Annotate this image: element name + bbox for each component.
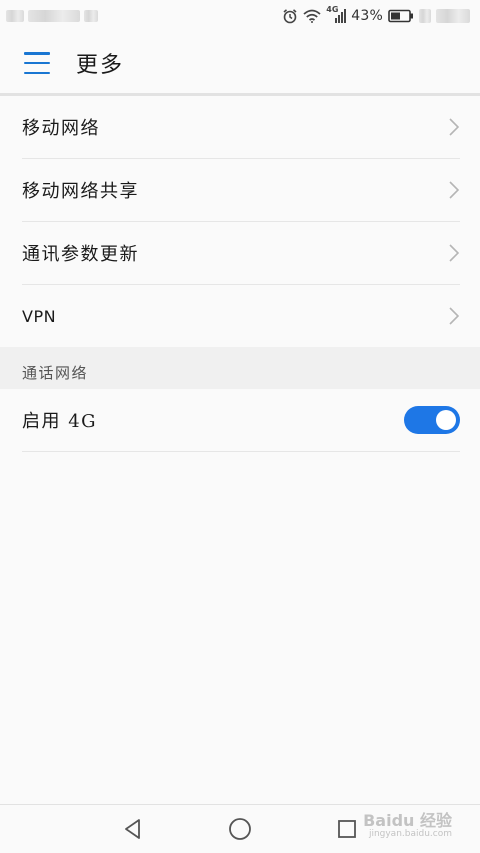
alarm-icon [282,8,298,24]
chevron-right-icon [448,243,460,263]
back-icon[interactable] [122,818,144,840]
list-item-label: VPN [22,306,57,326]
status-right: 4G 43% [282,5,470,24]
blurred-time [419,9,431,23]
app-bar: 更多 [0,32,480,94]
enable-4g-toggle[interactable] [404,406,460,434]
watermark-sub: jingyan.baidu.com [368,828,452,839]
battery-icon [388,9,414,23]
list-item-enable-4g[interactable]: 启用 4G [22,389,460,452]
baidu-watermark: Baidu 经验 jingyan.baidu.com [363,810,452,839]
battery-percent: 43% [351,8,383,24]
recents-icon[interactable] [336,818,358,840]
section-header-label: 通话网络 [22,364,89,382]
list-item-mobile-network[interactable]: 移动网络 [22,96,460,159]
wifi-icon [303,9,321,23]
section-header-call-network: 通话网络 [0,347,480,389]
chevron-right-icon [448,306,460,326]
watermark-main: Baidu 经验 [363,810,452,830]
list-item-label: 移动网络共享 [22,181,139,202]
signal-icon: 4G [326,5,347,24]
network-type-label: 4G [326,5,339,14]
blurred-status-icon [84,10,98,22]
home-icon[interactable] [228,817,252,841]
status-bar: 4G 43% [0,0,480,32]
blurred-carrier [6,10,24,22]
list-item-label: 移动网络 [22,118,100,139]
list-item-vpn[interactable]: VPN [22,285,460,347]
page-title: 更多 [76,53,125,78]
chevron-right-icon [448,180,460,200]
hamburger-icon[interactable] [24,52,50,74]
list-item-carrier-update[interactable]: 通讯参数更新 [22,222,460,285]
list-item-tethering[interactable]: 移动网络共享 [22,159,460,222]
blurred-carrier-text [28,10,80,22]
blurred-clock [436,9,470,23]
settings-list: 移动网络 移动网络共享 通讯参数更新 VPN 通话网络 启用 4G [0,96,480,452]
chevron-right-icon [448,117,460,137]
status-left-blurred [6,10,98,22]
screen: 4G 43% 更多 移动网络 移动网络共享 通讯参数更新 VPN 通话网络 启用… [0,0,480,853]
toggle-knob [436,410,456,430]
list-item-label: 通讯参数更新 [22,244,139,265]
list-item-label: 启用 4G [22,411,98,432]
